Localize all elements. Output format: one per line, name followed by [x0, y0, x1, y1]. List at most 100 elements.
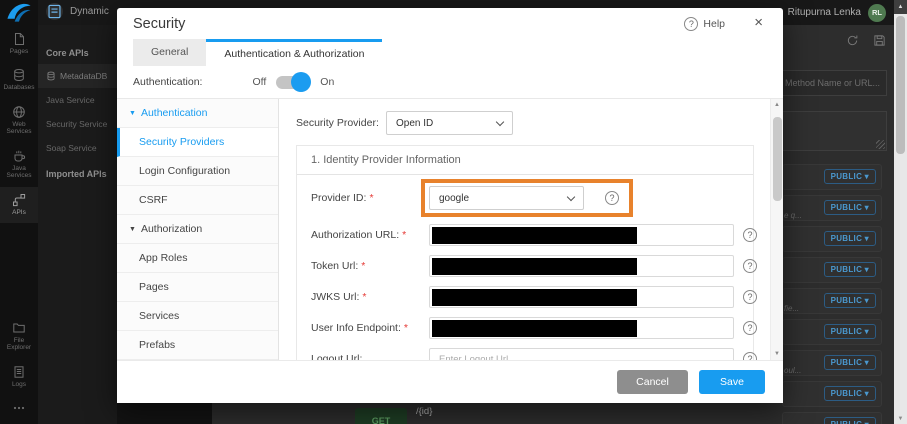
help-button[interactable]: ? Help	[684, 17, 725, 31]
api-method-row: PUBLIC ▾	[782, 257, 882, 283]
sidebar-item-logs[interactable]: Logs	[0, 359, 38, 395]
modal-nav-authentication[interactable]: ▼Authentication	[117, 99, 278, 128]
nav-label: CSRF	[139, 194, 168, 206]
field-input-authorization-url[interactable]	[429, 224, 734, 246]
content-scrollbar-thumb[interactable]	[773, 117, 782, 201]
cancel-button[interactable]: Cancel	[617, 370, 688, 394]
field-select-provider-id[interactable]: google	[429, 186, 584, 210]
help-icon[interactable]: ?	[743, 290, 757, 304]
sidebar-item-more[interactable]	[0, 395, 38, 424]
visibility-dropdown[interactable]: PUBLIC ▾	[824, 200, 876, 215]
api-endpoint-row: GET /{id}	[355, 403, 432, 424]
sidebar-item-databases[interactable]: Databases	[0, 62, 38, 98]
panel-item-soap-service[interactable]: Soap Service	[38, 136, 117, 160]
panel-item-java-service[interactable]: Java Service	[38, 88, 117, 112]
user-menu[interactable]: Ritupurna Lenka RL	[788, 0, 886, 25]
visibility-dropdown[interactable]: PUBLIC ▾	[824, 417, 876, 424]
visibility-dropdown[interactable]: PUBLIC ▾	[824, 324, 876, 339]
content-scrollbar[interactable]: ▲ ▼	[770, 99, 783, 360]
authentication-toggle[interactable]	[276, 76, 308, 89]
modal-nav-services[interactable]: Services	[117, 302, 278, 331]
save-icon[interactable]	[873, 34, 886, 47]
project-menu[interactable]: Dynamic	[46, 3, 109, 20]
required-asterisk: *	[404, 322, 408, 334]
avatar[interactable]: RL	[868, 4, 886, 22]
nav-label: Prefabs	[139, 339, 175, 351]
more-icon	[12, 401, 26, 415]
help-icon[interactable]: ?	[743, 259, 757, 273]
resize-handle-icon[interactable]	[876, 140, 885, 149]
apis-panel: Core APIsMetadataDBJava ServiceSecurity …	[38, 25, 117, 424]
tree-panel-edge	[117, 403, 212, 424]
sidebar-item-pages[interactable]: Pages	[0, 26, 38, 62]
sidebar-item-apis[interactable]: APIs	[0, 187, 38, 223]
help-icon[interactable]: ?	[743, 352, 757, 361]
tab-authentication-authorization[interactable]: Authentication & Authorization	[206, 39, 382, 66]
method-search-input[interactable]: Method Name or URL...	[782, 70, 887, 96]
panel-item-security-service[interactable]: Security Service	[38, 112, 117, 136]
modal-nav-csrf[interactable]: CSRF	[117, 186, 278, 215]
databases-icon	[12, 68, 26, 82]
page-scrollbar[interactable]: ▲ ▼	[894, 0, 907, 424]
refresh-icon[interactable]	[846, 34, 859, 47]
modal-nav-pages[interactable]: Pages	[117, 273, 278, 302]
modal-nav-authorization[interactable]: ▼Authorization	[117, 215, 278, 244]
modal-nav-security-providers[interactable]: Security Providers	[117, 128, 278, 157]
visibility-dropdown[interactable]: PUBLIC ▾	[824, 169, 876, 184]
web-services-icon	[12, 105, 26, 119]
description-textarea[interactable]	[782, 111, 887, 151]
field-input-token-url[interactable]	[429, 255, 734, 277]
nav-label: Login Configuration	[139, 165, 230, 177]
required-asterisk: *	[362, 291, 366, 303]
http-method-badge: GET	[355, 408, 407, 424]
dialog-footer: Cancel Save	[117, 360, 783, 403]
save-button[interactable]: Save	[699, 370, 765, 394]
help-icon[interactable]: ?	[743, 228, 757, 242]
api-method-row: PUBLIC ▾e q...	[782, 195, 882, 221]
help-icon: ?	[684, 17, 698, 31]
visibility-dropdown[interactable]: PUBLIC ▾	[824, 386, 876, 401]
field-row-user-info-endpoint: User Info Endpoint:*?	[311, 312, 739, 343]
sidebar-item-java-services[interactable]: Java Services	[0, 143, 38, 187]
visibility-dropdown[interactable]: PUBLIC ▾	[824, 262, 876, 277]
apis-icon	[12, 193, 26, 207]
field-input-jwks-url[interactable]	[429, 286, 734, 308]
api-method-row: PUBLIC ▾	[782, 226, 882, 252]
close-icon[interactable]: ×	[754, 14, 763, 31]
scroll-down-icon[interactable]: ▼	[894, 416, 907, 422]
security-provider-select[interactable]: Open ID	[386, 111, 513, 135]
scroll-up-icon[interactable]: ▲	[894, 0, 907, 14]
redacted-value	[432, 320, 637, 337]
modal-nav-login-configuration[interactable]: Login Configuration	[117, 157, 278, 186]
field-input-logout-url[interactable]: Enter Logout Url	[429, 348, 734, 361]
field-row-logout-url: Logout Url:Enter Logout Url?	[311, 343, 739, 360]
nav-label: Services	[139, 310, 179, 322]
field-label: JWKS Url:*	[311, 291, 429, 303]
nav-label: Security Providers	[139, 136, 224, 148]
scroll-down-icon[interactable]: ▼	[771, 351, 783, 357]
page-scrollbar-thumb[interactable]	[896, 16, 905, 154]
help-icon[interactable]: ?	[605, 191, 619, 205]
modal-nav-app-roles[interactable]: App Roles	[117, 244, 278, 273]
panel-item-label: Soap Service	[46, 143, 97, 153]
security-provider-label: Security Provider:	[296, 117, 386, 129]
modal-nav-prefabs[interactable]: Prefabs	[117, 331, 278, 360]
visibility-dropdown[interactable]: PUBLIC ▾	[824, 231, 876, 246]
visibility-dropdown[interactable]: PUBLIC ▾	[824, 355, 876, 370]
app-logo-icon[interactable]	[0, 0, 38, 26]
highlight-box: google?	[421, 179, 633, 217]
security-provider-row: Security Provider: Open ID	[296, 111, 754, 135]
java-services-icon	[12, 149, 26, 163]
sidebar-item-label: Java Services	[1, 165, 37, 180]
panel-item-label: Java Service	[46, 95, 95, 105]
security-content: Security Provider: Open ID 1. Identity P…	[279, 99, 770, 360]
visibility-dropdown[interactable]: PUBLIC ▾	[824, 293, 876, 308]
sidebar-item-file-explorer[interactable]: File Explorer	[0, 315, 38, 359]
tab-general[interactable]: General	[133, 39, 206, 66]
field-input-user-info-endpoint[interactable]	[429, 317, 734, 339]
help-icon[interactable]: ?	[743, 321, 757, 335]
sidebar-item-web-services[interactable]: Web Services	[0, 99, 38, 143]
scroll-up-icon[interactable]: ▲	[771, 102, 783, 108]
panel-item-metadatadb[interactable]: MetadataDB	[38, 64, 117, 88]
toggle-knob	[291, 72, 311, 92]
